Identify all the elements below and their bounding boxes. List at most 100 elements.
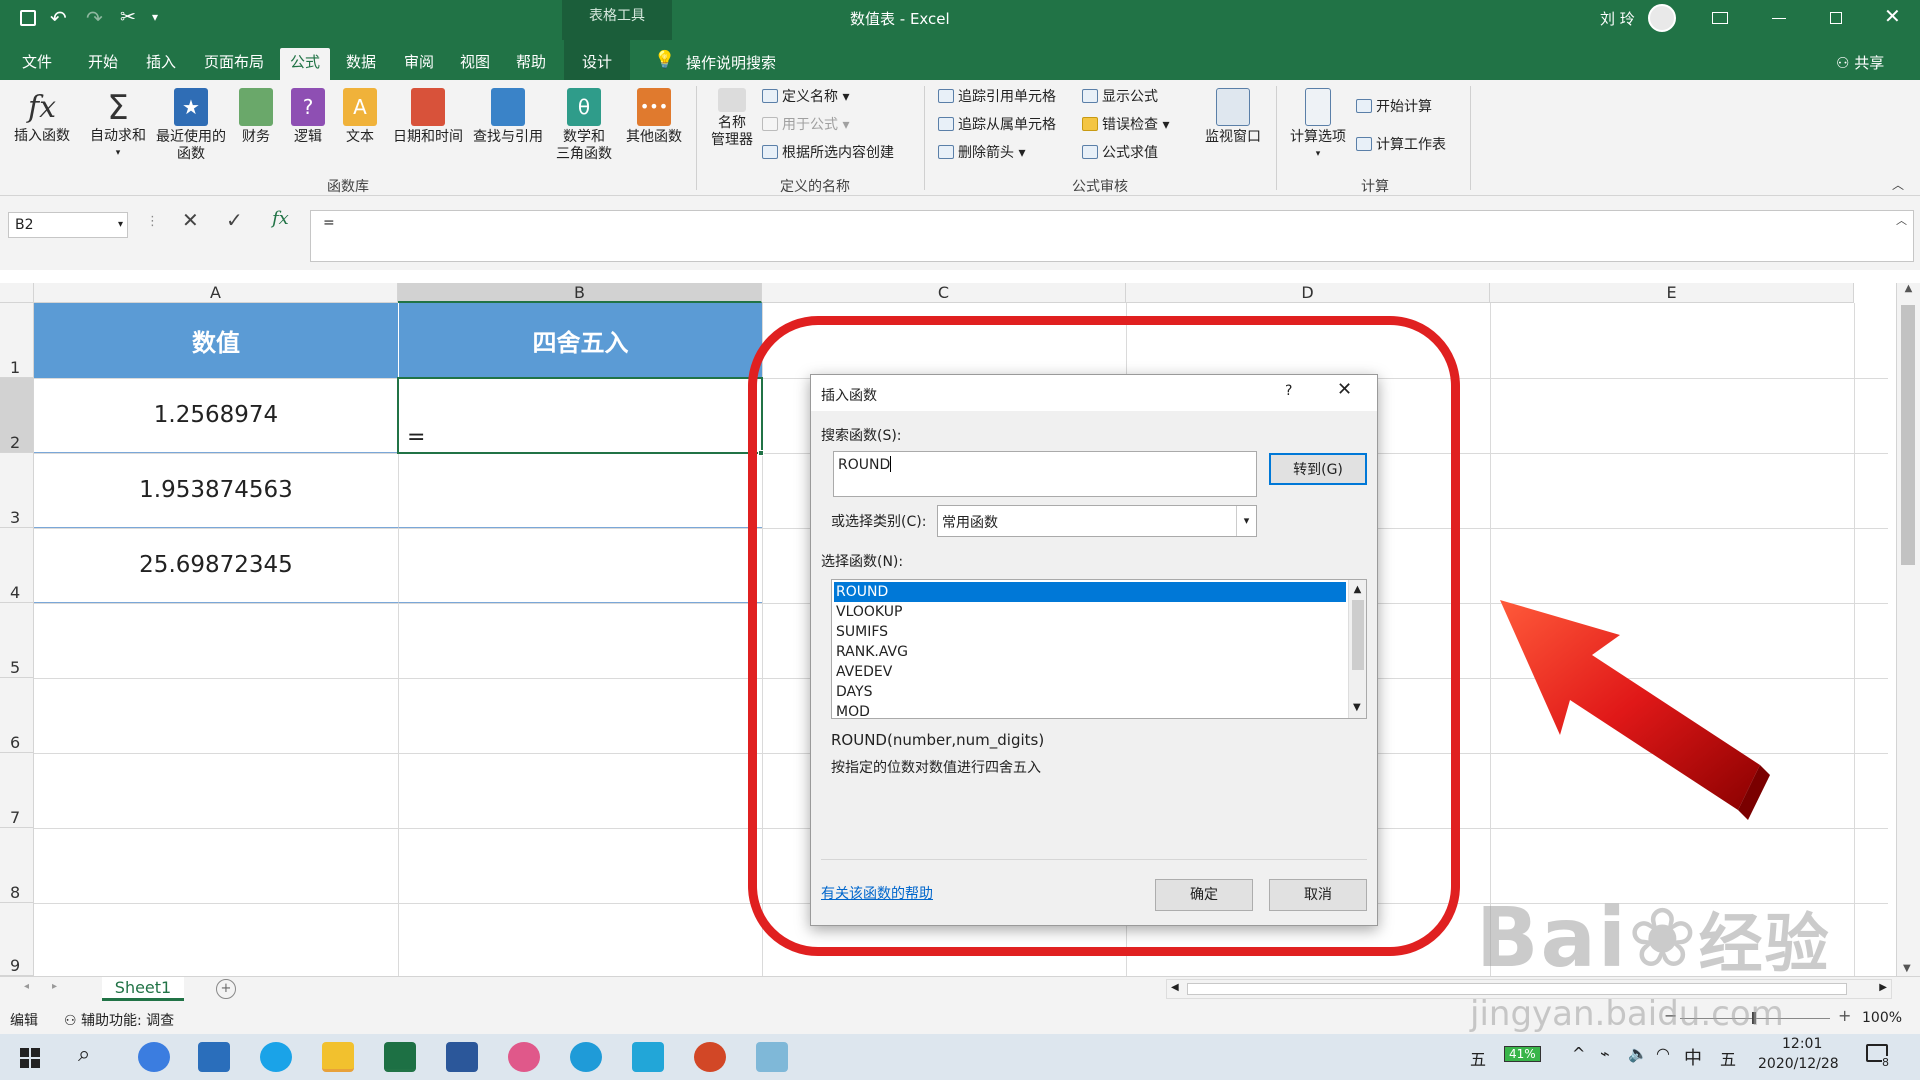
category-select[interactable]: 常用函数 ▾ [937,505,1257,537]
ime-mode[interactable]: 五 [1720,1046,1736,1070]
wifi-icon[interactable]: ◠ [1656,1044,1670,1063]
zoom-level[interactable]: 100% [1862,1010,1902,1026]
more-functions-button[interactable]: ••• 其他函数 [618,88,690,146]
sheet-nav-next-icon[interactable]: ▸ [52,981,57,992]
autosum-button[interactable]: Σ 自动求和 ▾ [86,88,150,162]
list-scrollbar[interactable]: ▲ ▼ [1348,580,1366,718]
customize-qat-icon[interactable]: ▾ [152,10,158,24]
text-functions-button[interactable]: A 文本 [338,88,382,146]
datetime-button[interactable]: 日期和时间 [388,88,468,146]
ok-button[interactable]: 确定 [1155,879,1253,911]
name-box[interactable]: B2 ▾ [8,212,128,238]
column-header-c[interactable]: C [762,283,1126,303]
calc-sheet-button[interactable]: 计算工作表 [1356,134,1446,156]
tab-view[interactable]: 视图 [450,48,500,80]
row-header-9[interactable]: 9 [0,903,34,976]
cut-icon[interactable]: ✂ [120,6,136,28]
define-name-button[interactable]: 定义名称 ▾ [762,86,849,108]
show-formulas-button[interactable]: 显示公式 [1082,86,1158,108]
cell-a4[interactable]: 25.69872345 [34,528,398,603]
confirm-entry-icon[interactable]: ✓ [226,208,243,232]
row-header-5[interactable]: 5 [0,603,34,678]
error-checking-button[interactable]: 错误检查 ▾ [1082,114,1169,136]
search-icon[interactable]: ⌕ [78,1042,90,1067]
search-function-input[interactable]: ROUND [833,451,1257,497]
book-app-icon[interactable] [756,1042,788,1072]
row-header-8[interactable]: 8 [0,828,34,903]
powerpoint-icon[interactable] [694,1042,726,1072]
cancel-button[interactable]: 取消 [1269,879,1367,911]
recent-functions-button[interactable]: ★ 最近使用的 函数 [152,88,230,163]
trace-dependents-button[interactable]: 追踪从属单元格 [938,114,1056,136]
tab-data[interactable]: 数据 [336,48,386,80]
scroll-up-icon[interactable]: ▲ [1349,580,1366,600]
share-button[interactable]: ⚇ 共享 [1836,52,1884,73]
app-l-icon[interactable] [138,1042,170,1072]
goto-button[interactable]: 转到(G) [1269,453,1367,485]
remove-arrows-button[interactable]: 删除箭头 ▾ [938,142,1025,164]
scroll-left-icon[interactable]: ◀ [1171,982,1179,993]
battery-indicator[interactable]: 41% [1504,1046,1541,1062]
scroll-down-icon[interactable]: ▼ [1903,963,1911,974]
restore-icon[interactable] [1830,12,1842,24]
ie-browser-icon[interactable] [260,1042,292,1072]
row-header-6[interactable]: 6 [0,678,34,753]
redo-icon[interactable]: ↷ [86,6,103,30]
financial-button[interactable]: 财务 [234,88,278,146]
vertical-scrollbar[interactable]: ▲ ▼ [1896,283,1920,976]
logical-button[interactable]: ? 逻辑 [286,88,330,146]
cell-a3[interactable]: 1.953874563 [34,453,398,528]
row-header-3[interactable]: 3 [0,453,34,528]
edge-icon[interactable] [570,1042,602,1072]
ime-indicator[interactable]: 五 [1470,1046,1486,1070]
clock-time[interactable]: 12:01 [1782,1036,1822,1052]
tab-formulas[interactable]: 公式 [280,48,330,80]
function-item[interactable]: MOD [836,702,870,722]
column-header-a[interactable]: A [34,283,398,303]
function-item[interactable]: DAYS [836,682,872,702]
cell-a2[interactable]: 1.2568974 [34,378,398,453]
column-header-b[interactable]: B [398,283,762,303]
function-item[interactable]: SUMIFS [836,622,888,642]
evaluate-formula-button[interactable]: 公式求值 [1082,142,1158,164]
zoom-in-icon[interactable]: + [1838,1006,1851,1025]
column-header-d[interactable]: D [1126,283,1490,303]
scroll-up-icon[interactable]: ▲ [1897,283,1920,294]
avatar[interactable] [1648,4,1676,32]
calc-options-button[interactable]: 计算选项 ▾ [1284,88,1352,163]
help-icon[interactable]: ? [1285,383,1292,399]
row-header-1[interactable]: 1 [0,303,34,378]
expand-formula-icon[interactable]: ︿ [1896,212,1907,228]
cell-b3[interactable] [398,453,762,528]
formula-input[interactable]: = [310,210,1914,262]
column-header-e[interactable]: E [1490,283,1854,303]
active-cell-b2[interactable]: = [397,377,763,454]
mail-icon[interactable] [198,1042,230,1072]
windows-start-icon[interactable] [20,1048,40,1068]
scroll-thumb[interactable] [1352,600,1364,670]
chevron-down-icon[interactable]: ▾ [1236,506,1256,536]
function-item-selected[interactable]: ROUND [834,582,1346,602]
undo-icon[interactable]: ↶ [50,6,67,30]
tab-design[interactable]: 设计 [564,40,630,80]
tab-insert[interactable]: 插入 [136,48,186,80]
create-from-selection-button[interactable]: 根据所选内容创建 [762,142,894,164]
insert-function-button[interactable]: fx 插入函数 [8,88,76,145]
insert-function-fx-icon[interactable]: fx [272,208,289,229]
function-item[interactable]: VLOOKUP [836,602,902,622]
row-header-7[interactable]: 7 [0,753,34,828]
math-trig-button[interactable]: θ 数学和 三角函数 [548,88,620,163]
close-icon[interactable]: ✕ [1884,4,1901,28]
dialog-close-icon[interactable]: ✕ [1337,379,1352,400]
sheet-tab-sheet1[interactable]: Sheet1 [102,977,184,1001]
sheet-nav-prev-icon[interactable]: ◂ [24,981,29,992]
cell-a1[interactable]: 数值 [34,303,398,378]
name-manager-button[interactable]: 名称 管理器 [704,88,760,149]
lookup-button[interactable]: 查找与引用 [468,88,548,146]
row-header-4[interactable]: 4 [0,528,34,603]
tab-page-layout[interactable]: 页面布局 [196,48,272,80]
watch-window-button[interactable]: 监视窗口 [1198,88,1268,146]
cancel-entry-icon[interactable]: ✕ [182,208,199,232]
excel-icon[interactable] [384,1042,416,1072]
scroll-right-icon[interactable]: ▶ [1879,982,1887,993]
